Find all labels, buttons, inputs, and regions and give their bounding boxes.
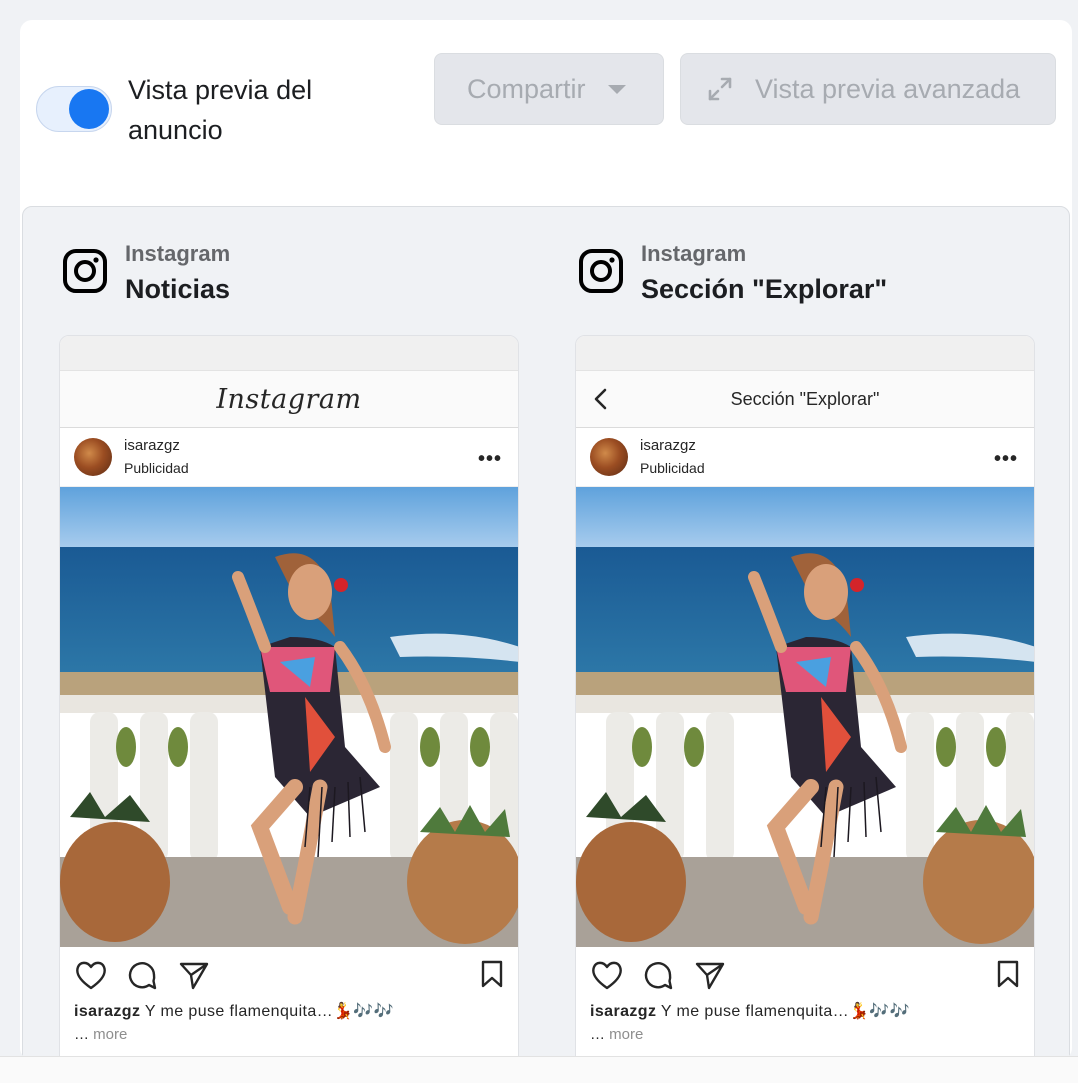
comment-icon[interactable] bbox=[126, 959, 158, 991]
heart-icon[interactable] bbox=[590, 959, 624, 991]
more-label: more bbox=[609, 1026, 644, 1043]
back-chevron-icon[interactable] bbox=[590, 387, 612, 411]
preview-area: Instagram Noticias Instagram isarazgz Pu… bbox=[22, 206, 1070, 1060]
feed-phone-preview: Instagram isarazgz Publicidad ••• isaraz… bbox=[59, 335, 519, 1060]
toggle-knob bbox=[69, 89, 109, 129]
preview-toggle[interactable] bbox=[36, 86, 112, 132]
post-header: isarazgz Publicidad ••• bbox=[576, 428, 1034, 487]
heart-icon[interactable] bbox=[74, 959, 108, 991]
post-username: isarazgz bbox=[124, 437, 180, 454]
sponsored-label: Publicidad bbox=[124, 460, 189, 476]
advanced-preview-label: Vista previa avanzada bbox=[755, 73, 1021, 104]
page-bottom-edge bbox=[0, 1056, 1078, 1083]
placement-platform: Instagram bbox=[125, 241, 231, 266]
sponsored-label: Publicidad bbox=[640, 460, 705, 476]
more-options-icon[interactable]: ••• bbox=[994, 448, 1018, 471]
explore-header: Sección "Explorar" bbox=[576, 371, 1034, 428]
status-bar bbox=[60, 336, 518, 371]
instagram-header: Instagram bbox=[60, 371, 518, 428]
more-link[interactable]: … more bbox=[60, 1023, 518, 1047]
share-icon[interactable] bbox=[178, 959, 210, 991]
caption-username: isarazgz bbox=[74, 1003, 141, 1020]
instagram-icon bbox=[63, 249, 107, 293]
post-username: isarazgz bbox=[640, 437, 696, 454]
caption-username: isarazgz bbox=[590, 1003, 657, 1020]
share-icon[interactable] bbox=[694, 959, 726, 991]
post-actions bbox=[60, 947, 518, 1001]
instagram-wordmark: Instagram bbox=[216, 383, 362, 415]
more-link[interactable]: … more bbox=[576, 1023, 1034, 1047]
share-button[interactable]: Compartir bbox=[434, 53, 664, 125]
placement-platform: Instagram bbox=[641, 241, 747, 266]
avatar bbox=[74, 438, 112, 476]
post-header: isarazgz Publicidad ••• bbox=[60, 428, 518, 487]
instagram-icon bbox=[579, 249, 623, 293]
explore-title: Sección "Explorar" bbox=[730, 388, 880, 409]
caption-text: Y me puse flamenquita…💃🎶🎶 bbox=[660, 1003, 911, 1020]
bookmark-icon[interactable] bbox=[996, 959, 1020, 989]
explore-phone-preview: Sección "Explorar" isarazgz Publicidad •… bbox=[575, 335, 1035, 1060]
more-prefix: … bbox=[590, 1026, 605, 1043]
advanced-preview-button[interactable]: Vista previa avanzada bbox=[680, 53, 1056, 125]
chevron-down-icon bbox=[607, 84, 626, 94]
toggle-label: Vista previa del anuncio bbox=[128, 75, 313, 145]
share-button-label: Compartir bbox=[467, 73, 586, 104]
post-actions bbox=[576, 947, 1034, 1001]
post-image bbox=[576, 487, 1034, 947]
post-caption: isarazgz Y me puse flamenquita…💃🎶🎶 bbox=[60, 1001, 518, 1023]
more-label: more bbox=[93, 1026, 128, 1043]
comment-icon[interactable] bbox=[642, 959, 674, 991]
more-prefix: … bbox=[74, 1026, 89, 1043]
bookmark-icon[interactable] bbox=[480, 959, 504, 989]
caption-text: Y me puse flamenquita…💃🎶🎶 bbox=[144, 1003, 395, 1020]
more-options-icon[interactable]: ••• bbox=[478, 448, 502, 471]
status-bar bbox=[576, 336, 1034, 371]
placement-header-explore: Instagram Sección "Explorar" bbox=[577, 239, 887, 309]
ad-preview-card: Vista previa del anuncio Compartir Vista… bbox=[20, 20, 1072, 1060]
placement-header-feed: Instagram Noticias bbox=[61, 239, 230, 309]
post-image bbox=[60, 487, 518, 947]
placement-title: Sección "Explorar" bbox=[641, 274, 888, 304]
expand-icon bbox=[708, 77, 732, 101]
avatar bbox=[590, 438, 628, 476]
placement-title: Noticias bbox=[125, 274, 231, 304]
post-caption: isarazgz Y me puse flamenquita…💃🎶🎶 bbox=[576, 1001, 1034, 1023]
